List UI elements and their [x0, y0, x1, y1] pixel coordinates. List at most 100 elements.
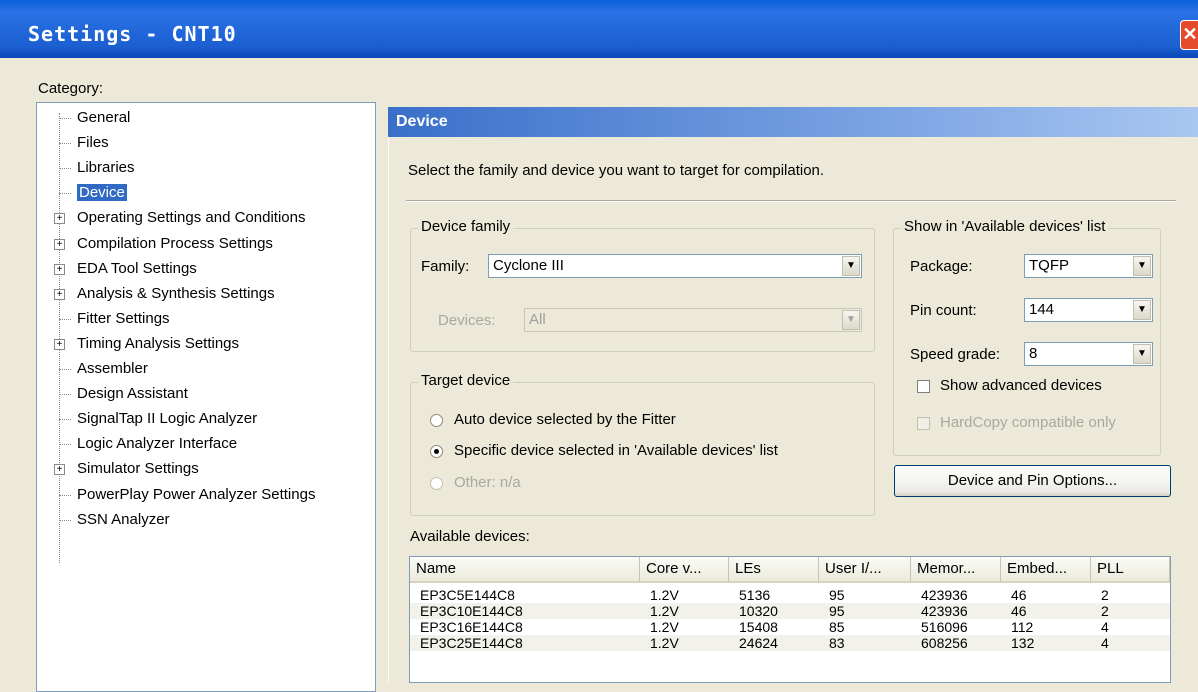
table-cell: 46 — [1011, 603, 1027, 619]
tree-item[interactable]: SSN Analyzer — [77, 509, 170, 531]
tree-connector — [59, 520, 71, 521]
family-select[interactable]: Cyclone III ▼ — [488, 254, 862, 278]
tree-item-label: Files — [77, 134, 109, 151]
device-pin-options-button[interactable]: Device and Pin Options... — [894, 465, 1171, 497]
tree-item[interactable]: Files — [77, 132, 109, 154]
panel-description: Select the family and device you want to… — [408, 162, 825, 179]
tree-item-label: Libraries — [77, 159, 135, 176]
tree-item[interactable]: Simulator Settings — [77, 458, 199, 480]
table-cell: 132 — [1011, 635, 1035, 651]
table-cell: 516096 — [921, 619, 968, 635]
tree-item-label: Simulator Settings — [77, 460, 199, 477]
tree-item[interactable]: SignalTap II Logic Analyzer — [77, 408, 257, 430]
devices-select[interactable]: All ▼ — [524, 308, 862, 332]
expand-plus-icon[interactable]: + — [54, 264, 65, 275]
expand-plus-icon[interactable]: + — [54, 339, 65, 350]
tree-item-label: Device — [77, 184, 127, 201]
tree-item[interactable]: Analysis & Synthesis Settings — [77, 283, 275, 305]
target-device-legend: Target device — [418, 372, 514, 389]
speed-grade-value: 8 — [1029, 345, 1038, 362]
column-header[interactable]: PLL — [1091, 557, 1170, 583]
expand-plus-icon[interactable]: + — [54, 239, 65, 250]
column-header[interactable]: Embed... — [1001, 557, 1091, 583]
table-cell: 1.2V — [650, 635, 679, 651]
separator — [406, 200, 1176, 202]
category-tree[interactable]: General Files Libraries Device Operating Set… — [36, 102, 376, 692]
table-cell: EP3C16E144C8 — [420, 619, 523, 635]
expand-plus-icon[interactable]: + — [54, 464, 65, 475]
hardcopy-label: HardCopy compatible only — [940, 414, 1116, 431]
chevron-down-icon[interactable]: ▼ — [1133, 256, 1151, 276]
tree-item[interactable]: EDA Tool Settings — [77, 258, 197, 280]
show-advanced-checkbox[interactable] — [917, 380, 930, 393]
tree-item-label: Operating Settings and Conditions — [77, 209, 306, 226]
column-header[interactable]: Memor... — [911, 557, 1001, 583]
close-icon: ✕ — [1182, 24, 1198, 44]
family-label: Family: — [421, 258, 470, 275]
column-header[interactable]: Core v... — [640, 557, 729, 583]
tree-item[interactable]: Compilation Process Settings — [77, 233, 273, 255]
column-header[interactable]: User I/... — [819, 557, 911, 583]
tree-item[interactable]: PowerPlay Power Analyzer Settings — [77, 484, 315, 506]
tree-item[interactable]: Device — [77, 182, 127, 204]
tree-item[interactable]: General — [77, 107, 130, 129]
family-value: Cyclone III — [493, 257, 564, 274]
pin-count-select[interactable]: 144 ▼ — [1024, 298, 1153, 322]
tree-item[interactable]: Operating Settings and Conditions — [77, 207, 305, 229]
chevron-down-icon[interactable]: ▼ — [1133, 300, 1151, 320]
target-device-radio[interactable] — [430, 414, 443, 427]
tree-item-label: Timing Analysis Settings — [77, 335, 240, 352]
target-device-option-label: Other: n/a — [454, 474, 521, 491]
tree-item-label: General — [77, 109, 131, 126]
available-devices-list[interactable]: Name Core v... LEs User I/... Memor... Embed.… — [409, 556, 1171, 683]
show-in-list-legend: Show in 'Available devices' list — [901, 218, 1109, 235]
tree-item[interactable]: Design Assistant — [77, 383, 188, 405]
panel-title: Device — [388, 107, 1198, 137]
tree-item-label: Logic Analyzer Interface — [77, 435, 238, 452]
table-cell: 1.2V — [650, 619, 679, 635]
title-bar[interactable]: Settings - CNT10 ✕ — [0, 0, 1198, 58]
close-button[interactable]: ✕ — [1180, 20, 1198, 50]
tree-item[interactable]: Libraries — [77, 157, 135, 179]
table-cell: 4 — [1101, 635, 1109, 651]
tree-connector — [59, 168, 71, 169]
table-row[interactable]: EP3C25E144C8 1.2V 24624 83 608256 132 4 — [410, 635, 1170, 651]
package-select[interactable]: TQFP ▼ — [1024, 254, 1153, 278]
table-cell: EP3C5E144C8 — [420, 587, 515, 603]
target-device-option-label[interactable]: Specific device selected in 'Available d… — [454, 442, 778, 459]
tree-connector — [59, 118, 71, 119]
chevron-down-icon[interactable]: ▼ — [842, 256, 860, 276]
table-row[interactable]: EP3C10E144C8 1.2V 10320 95 423936 46 2 — [410, 603, 1170, 619]
table-cell: 95 — [829, 587, 845, 603]
column-header[interactable]: LEs — [729, 557, 819, 583]
target-device-option-label[interactable]: Auto device selected by the Fitter — [454, 411, 676, 428]
tree-item-label: SSN Analyzer — [77, 511, 170, 528]
tree-item[interactable]: Logic Analyzer Interface — [77, 433, 237, 455]
table-cell: 1.2V — [650, 587, 679, 603]
tree-connector — [59, 444, 71, 445]
tree-item[interactable]: Timing Analysis Settings — [77, 333, 239, 355]
chevron-down-icon[interactable]: ▼ — [1133, 344, 1151, 364]
table-row[interactable]: EP3C5E144C8 1.2V 5136 95 423936 46 2 — [410, 587, 1170, 603]
tree-connector — [59, 394, 71, 395]
table-cell: 423936 — [921, 603, 968, 619]
table-row[interactable]: EP3C16E144C8 1.2V 15408 85 516096 112 4 — [410, 619, 1170, 635]
show-advanced-label[interactable]: Show advanced devices — [940, 377, 1102, 394]
speed-grade-select[interactable]: 8 ▼ — [1024, 342, 1153, 366]
devices-value: All — [529, 311, 546, 328]
table-cell: 2 — [1101, 587, 1109, 603]
hardcopy-checkbox[interactable] — [917, 417, 930, 430]
tree-item-label: Assembler — [77, 360, 148, 377]
target-device-radio[interactable] — [430, 477, 443, 490]
tree-connector — [59, 319, 71, 320]
column-header[interactable]: Name — [410, 557, 640, 583]
table-cell: 95 — [829, 603, 845, 619]
table-cell: 5136 — [739, 587, 771, 603]
chevron-down-icon[interactable]: ▼ — [842, 310, 860, 330]
table-cell: 1.2V — [650, 603, 679, 619]
tree-item[interactable]: Fitter Settings — [77, 308, 170, 330]
expand-plus-icon[interactable]: + — [54, 213, 65, 224]
tree-item[interactable]: Assembler — [77, 358, 148, 380]
expand-plus-icon[interactable]: + — [54, 289, 65, 300]
target-device-radio[interactable] — [430, 445, 443, 458]
